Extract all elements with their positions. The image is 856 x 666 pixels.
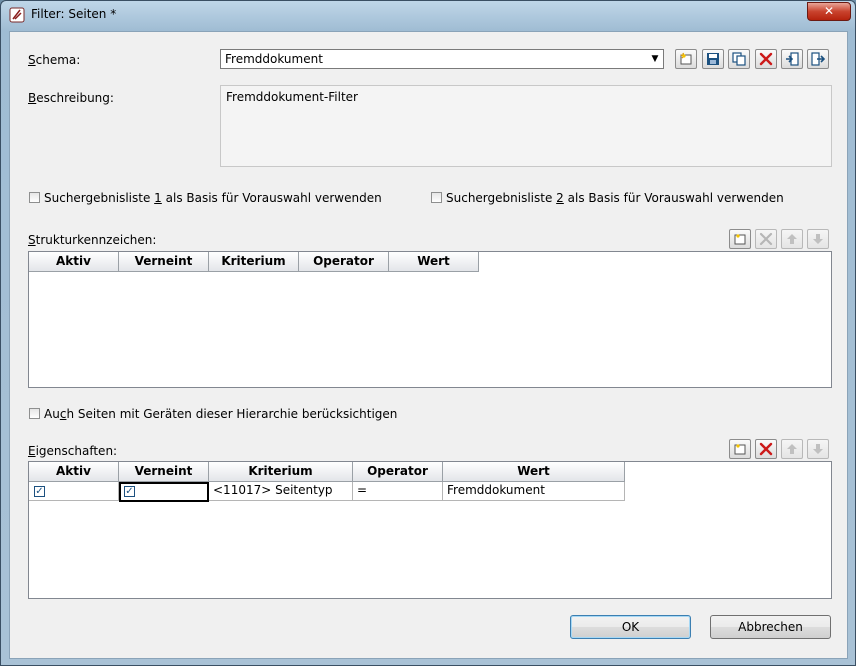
move-down-icon	[813, 444, 823, 454]
close-icon: ✕	[823, 4, 835, 18]
delete-icon	[759, 52, 773, 66]
eigenschaften-col-wert[interactable]: Wert	[443, 462, 625, 482]
row-wert-cell[interactable]: Fremddokument	[443, 482, 625, 501]
copy-icon	[732, 52, 746, 66]
struktur-new-button[interactable]	[729, 229, 751, 249]
struktur-label: Strukturkennzeichen:	[28, 233, 157, 247]
struktur-col-aktiv[interactable]: Aktiv	[29, 252, 119, 272]
schema-save-button[interactable]	[702, 49, 724, 69]
eigenschaften-new-button[interactable]	[729, 439, 751, 459]
hierarchy-label[interactable]: Auch Seiten mit Geräten dieser Hierarchi…	[44, 407, 397, 421]
delete-icon	[759, 232, 773, 246]
aktiv-checkbox[interactable]: ✓	[34, 486, 45, 497]
beschreibung-label: Beschreibung:	[28, 91, 114, 105]
row-operator-cell[interactable]: =	[353, 482, 443, 501]
struktur-move-up-button[interactable]	[781, 229, 803, 249]
new-icon	[734, 234, 746, 245]
move-down-icon	[813, 234, 823, 244]
verneint-checkbox[interactable]: ✓	[124, 486, 135, 497]
eigenschaften-col-kriterium[interactable]: Kriterium	[209, 462, 353, 482]
struktur-col-wert[interactable]: Wert	[389, 252, 479, 272]
schema-delete-button[interactable]	[755, 49, 777, 69]
dialog-client-area: Schema: Fremddokument ▼ Beschreibung: Fr…	[9, 31, 848, 659]
struktur-col-verneint[interactable]: Verneint	[119, 252, 209, 272]
schema-value: Fremddokument	[225, 52, 323, 66]
eigenschaften-col-aktiv[interactable]: Aktiv	[29, 462, 119, 482]
beschreibung-field[interactable]: Fremddokument-Filter	[220, 85, 832, 167]
ok-button[interactable]: OK	[570, 615, 691, 639]
eigenschaften-move-down-button[interactable]	[807, 439, 829, 459]
struktur-col-operator[interactable]: Operator	[299, 252, 389, 272]
eigenschaften-delete-button[interactable]	[755, 439, 777, 459]
row-kriterium-cell[interactable]: <11017> Seitentyp	[209, 482, 353, 501]
window-title: Filter: Seiten *	[31, 7, 117, 21]
schema-label: Schema:	[28, 53, 81, 67]
row-verneint-cell[interactable]: ✓	[119, 482, 209, 502]
opt2-label[interactable]: Suchergebnisliste 2 als Basis für Voraus…	[446, 191, 784, 205]
new-icon	[680, 52, 692, 65]
eigenschaften-label: Eigenschaften:	[28, 444, 118, 458]
schema-new-button[interactable]	[675, 49, 697, 69]
beschreibung-value: Fremddokument-Filter	[226, 90, 358, 104]
new-icon	[734, 444, 746, 455]
opt2-checkbox[interactable]	[431, 192, 442, 203]
schema-dropdown[interactable]: Fremddokument ▼	[220, 49, 664, 69]
title-bar[interactable]: Filter: Seiten * ✕	[1, 1, 855, 29]
move-up-icon	[787, 444, 797, 454]
eigenschaften-col-verneint[interactable]: Verneint	[119, 462, 209, 482]
opt1-checkbox[interactable]	[29, 192, 40, 203]
struktur-move-down-button[interactable]	[807, 229, 829, 249]
app-icon	[9, 7, 25, 23]
cancel-button[interactable]: Abbrechen	[710, 615, 831, 639]
close-button[interactable]: ✕	[807, 2, 851, 21]
save-icon	[707, 53, 719, 65]
struktur-delete-button[interactable]	[755, 229, 777, 249]
struktur-col-kriterium[interactable]: Kriterium	[209, 252, 299, 272]
struktur-grid[interactable]: Aktiv Verneint Kriterium Operator Wert	[28, 251, 832, 388]
eigenschaften-move-up-button[interactable]	[781, 439, 803, 459]
move-up-icon	[787, 234, 797, 244]
schema-copy-button[interactable]	[728, 49, 750, 69]
eigenschaften-col-operator[interactable]: Operator	[353, 462, 443, 482]
hierarchy-checkbox[interactable]	[29, 408, 40, 419]
opt1-label[interactable]: Suchergebnisliste 1 als Basis für Voraus…	[44, 191, 382, 205]
schema-export-button[interactable]	[807, 49, 829, 69]
chevron-down-icon[interactable]: ▼	[649, 51, 661, 67]
eigenschaften-grid[interactable]: Aktiv Verneint Kriterium Operator Wert ✓…	[28, 461, 832, 599]
filter-dialog: Filter: Seiten * ✕ Schema: Fremddokument…	[0, 0, 856, 666]
export-icon	[811, 52, 825, 66]
schema-import-button[interactable]	[781, 49, 803, 69]
delete-icon	[759, 442, 773, 456]
row-aktiv-cell[interactable]: ✓	[29, 482, 119, 501]
import-icon	[786, 52, 799, 66]
